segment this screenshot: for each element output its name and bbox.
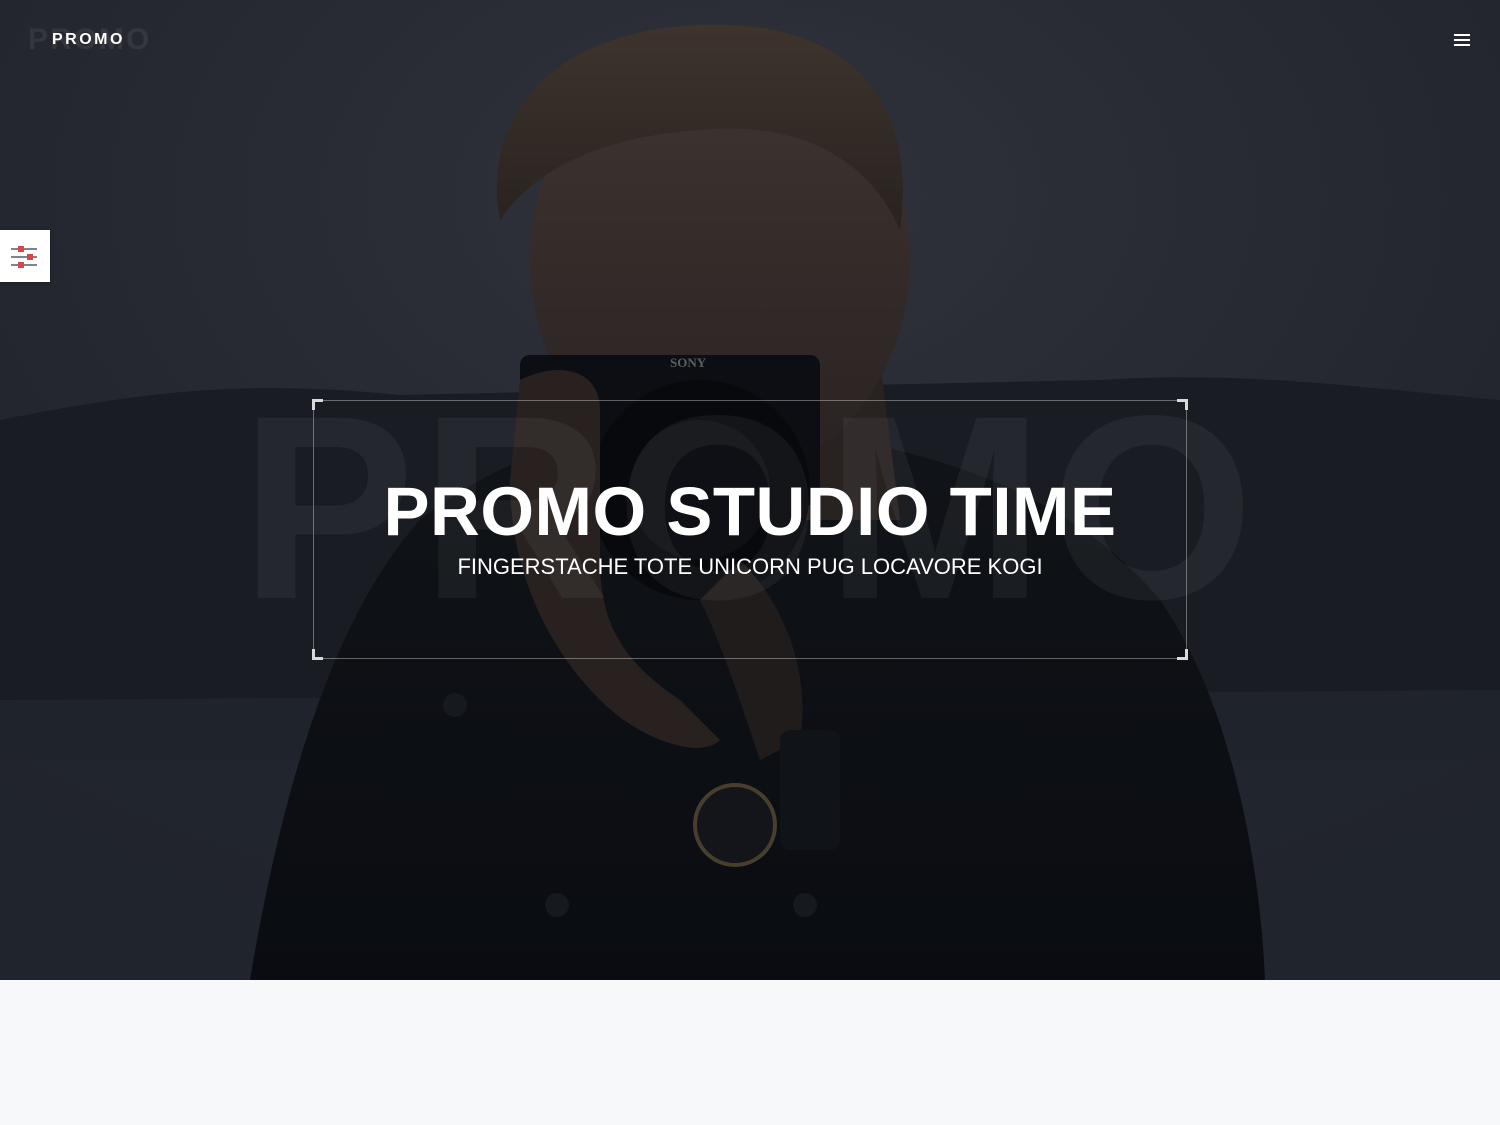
frame-corner [312,399,323,410]
page: SONY PROMO PROMO PROMO STUDIO TIME FINGE… [0,0,1500,1125]
frame-corner [312,649,323,660]
menu-button[interactable] [1446,26,1478,54]
hamburger-icon [1454,34,1470,36]
hero-subtitle: FINGERSTACHE TOTE UNICORN PUG LOCAVORE K… [457,554,1043,579]
sliders-icon [11,246,37,268]
content-section [0,980,1500,1125]
frame-corner [1177,649,1188,660]
settings-panel-toggle[interactable] [0,230,50,282]
hero-title: PROMO STUDIO TIME [383,473,1117,550]
brand-name: PROMO [52,31,125,48]
hero-section: SONY PROMO PROMO PROMO STUDIO TIME FINGE… [0,0,1500,980]
frame-corner [1177,399,1188,410]
